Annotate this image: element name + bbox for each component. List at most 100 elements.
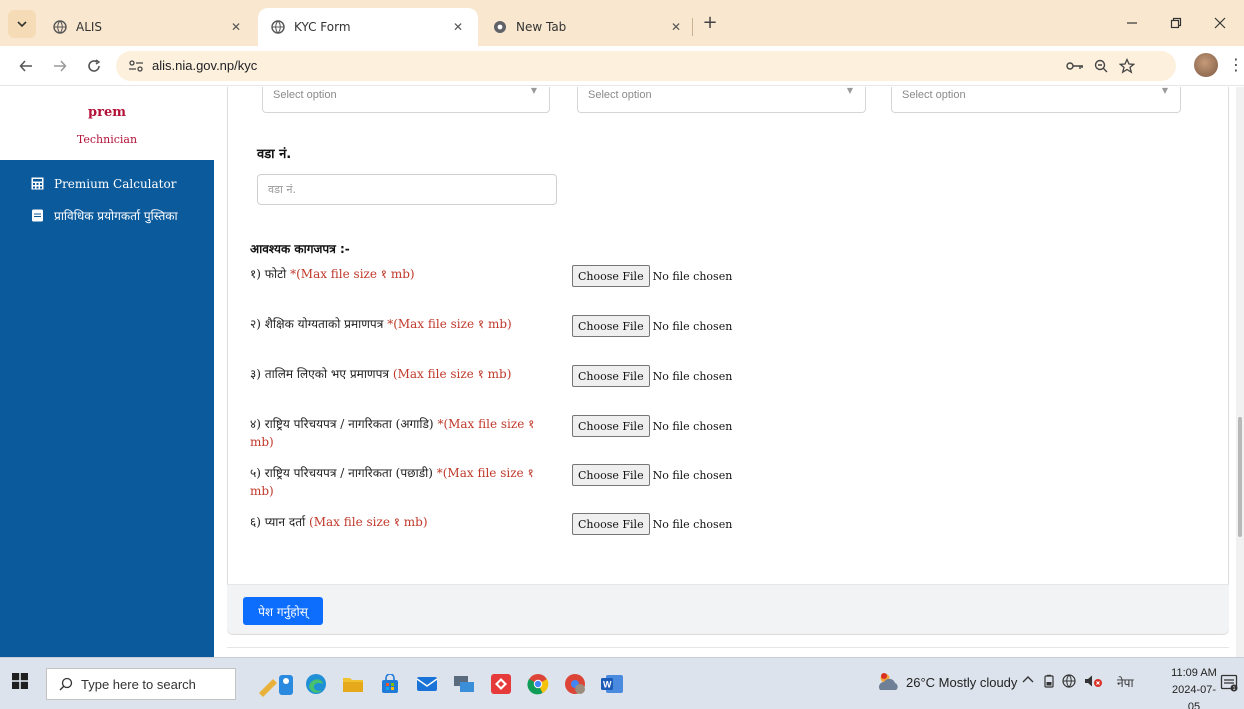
document-name: ४) राष्ट्रिय परिचयपत्र / नागरिकता (अगाडि… <box>250 417 434 431</box>
taskbar-edge[interactable] <box>302 670 330 698</box>
restore-icon <box>1170 17 1182 29</box>
choose-file-button[interactable]: Choose File <box>572 265 650 287</box>
network-status[interactable] <box>1062 674 1078 691</box>
document-label: १) फोटो *(Max file size १ mb) <box>250 265 550 283</box>
windows-start-button[interactable] <box>12 673 32 693</box>
language-indicator[interactable]: नेपा <box>1117 674 1134 691</box>
password-key-icon[interactable] <box>1066 58 1084 74</box>
tab-kyc-form[interactable]: KYC Form ✕ <box>258 8 478 46</box>
taskbar-chrome[interactable] <box>524 670 552 698</box>
district-select[interactable]: Select option ▼ <box>577 87 866 113</box>
calculator-icon <box>31 177 44 190</box>
close-icon[interactable]: ✕ <box>668 20 684 34</box>
document-name: १) फोटो <box>250 267 287 281</box>
taskbar-anydesk[interactable] <box>487 670 515 698</box>
mail-icon <box>416 677 438 691</box>
bookmark-star-icon[interactable] <box>1118 58 1136 74</box>
file-input[interactable]: Choose File No file chosen <box>572 513 732 535</box>
caret-down-icon: ▼ <box>846 87 853 95</box>
document-row-pan-registration: ६) प्यान दर्ता (Max file size १ mb) Choo… <box>250 513 1210 553</box>
arrow-left-icon <box>19 60 32 72</box>
user-card: prem Technician <box>0 87 214 160</box>
file-input[interactable]: Choose File No file chosen <box>572 315 732 337</box>
notifications-button[interactable]: 1 <box>1220 674 1238 692</box>
file-input[interactable]: Choose File No file chosen <box>572 415 732 437</box>
document-row-photo: १) फोटो *(Max file size १ mb) Choose Fil… <box>250 265 1210 305</box>
ward-input[interactable] <box>257 174 557 205</box>
browser-menu-button[interactable]: ⋮ <box>1228 56 1244 74</box>
file-input[interactable]: Choose File No file chosen <box>572 265 732 287</box>
store-icon <box>382 674 398 693</box>
province-select[interactable]: Select option ▼ <box>262 87 550 113</box>
document-name: ६) प्यान दर्ता <box>250 515 306 529</box>
choose-file-button[interactable]: Choose File <box>572 415 650 437</box>
sidebar-item-premium-calculator[interactable]: Premium Calculator <box>0 176 214 192</box>
zoom-icon[interactable] <box>1092 58 1110 74</box>
scrollbar-track[interactable] <box>1236 87 1244 657</box>
main-content: Select option ▼ Select option ▼ Select o… <box>214 87 1244 657</box>
form-footer <box>227 584 1229 634</box>
volume-control[interactable] <box>1084 674 1104 691</box>
notification-icon: 1 <box>1220 674 1238 692</box>
reload-icon <box>88 59 101 72</box>
choose-file-button[interactable]: Choose File <box>572 365 650 387</box>
show-hidden-icons-button[interactable] <box>1022 674 1034 689</box>
back-button[interactable] <box>14 54 38 78</box>
clock-date: 2024-07-05 <box>1171 684 1217 709</box>
restore-button[interactable] <box>1154 10 1198 36</box>
close-window-button[interactable] <box>1198 10 1242 36</box>
taskbar-search[interactable]: Type here to search <box>46 668 236 700</box>
anydesk-icon <box>491 674 511 694</box>
chrome-icon <box>527 674 549 695</box>
document-label: २) शैक्षिक योग्यताको प्रमाणपत्र *(Max fi… <box>250 315 550 333</box>
close-icon[interactable]: ✕ <box>450 20 466 34</box>
sidebar-item-user-manual[interactable]: प्राविधिक प्रयोगकर्ता पुस्तिका <box>0 208 214 224</box>
file-input[interactable]: Choose File No file chosen <box>572 365 732 387</box>
tab-strip: ALIS ✕ KYC Form ✕ New Tab ✕ + <box>0 0 1244 46</box>
weather-widget[interactable]: 26°C Mostly cloudy <box>876 672 1017 692</box>
taskbar-mail[interactable] <box>413 670 441 698</box>
chevron-down-icon <box>17 21 27 28</box>
file-input[interactable]: Choose File No file chosen <box>572 464 732 486</box>
submit-button[interactable]: पेश गर्नुहोस् <box>243 597 323 625</box>
address-bar[interactable]: alis.nia.gov.np/kyc <box>116 51 1176 81</box>
chrome-icon <box>492 19 508 35</box>
document-label: ६) प्यान दर्ता (Max file size १ mb) <box>250 513 550 531</box>
tab-new-tab[interactable]: New Tab ✕ <box>480 8 696 46</box>
site-info-icon[interactable] <box>126 57 146 75</box>
word-icon: W <box>601 675 623 693</box>
document-label: ४) राष्ट्रिय परिचयपत्र / नागरिकता (अगाडि… <box>250 415 550 451</box>
new-tab-button[interactable]: + <box>700 14 720 34</box>
taskbar-widget-app[interactable] <box>256 670 296 698</box>
file-size-hint: *(Max file size १ mb) <box>290 267 415 281</box>
taskbar-clock[interactable]: 11:09 AM 2024-07-05 <box>1170 665 1218 709</box>
taskbar-tray-app[interactable] <box>1042 674 1056 691</box>
municipality-select[interactable]: Select option ▼ <box>891 87 1181 113</box>
chrome-profile-icon <box>565 674 585 694</box>
user-role: Technician <box>76 133 138 146</box>
taskbar-word[interactable]: W <box>598 670 626 698</box>
choose-file-button[interactable]: Choose File <box>572 315 650 337</box>
svg-text:W: W <box>603 680 612 690</box>
tab-search-button[interactable] <box>8 10 36 38</box>
choose-file-button[interactable]: Choose File <box>572 513 650 535</box>
profile-avatar[interactable] <box>1194 53 1218 77</box>
sidebar-item-label: Premium Calculator <box>54 177 177 191</box>
taskbar-file-explorer[interactable] <box>339 670 367 698</box>
file-status: No file chosen <box>652 269 733 283</box>
close-icon[interactable]: ✕ <box>228 20 244 34</box>
taskbar-store[interactable] <box>376 670 404 698</box>
page-viewport: prem Technician Premium Calculator प्राव… <box>0 87 1244 657</box>
taskbar-chrome-profile[interactable] <box>561 670 589 698</box>
choose-file-button[interactable]: Choose File <box>572 464 650 486</box>
tab-alis[interactable]: ALIS ✕ <box>40 8 256 46</box>
tab-title: KYC Form <box>294 20 351 34</box>
minimize-button[interactable] <box>1110 10 1154 36</box>
caret-down-icon: ▼ <box>1161 87 1168 95</box>
arrow-right-icon <box>54 60 67 72</box>
forward-button[interactable] <box>48 54 72 78</box>
taskbar-network-app[interactable] <box>450 670 478 698</box>
file-size-hint: *(Max file size १ mb) <box>387 317 512 331</box>
reload-button[interactable] <box>82 54 106 78</box>
scrollbar-thumb[interactable] <box>1238 417 1242 537</box>
